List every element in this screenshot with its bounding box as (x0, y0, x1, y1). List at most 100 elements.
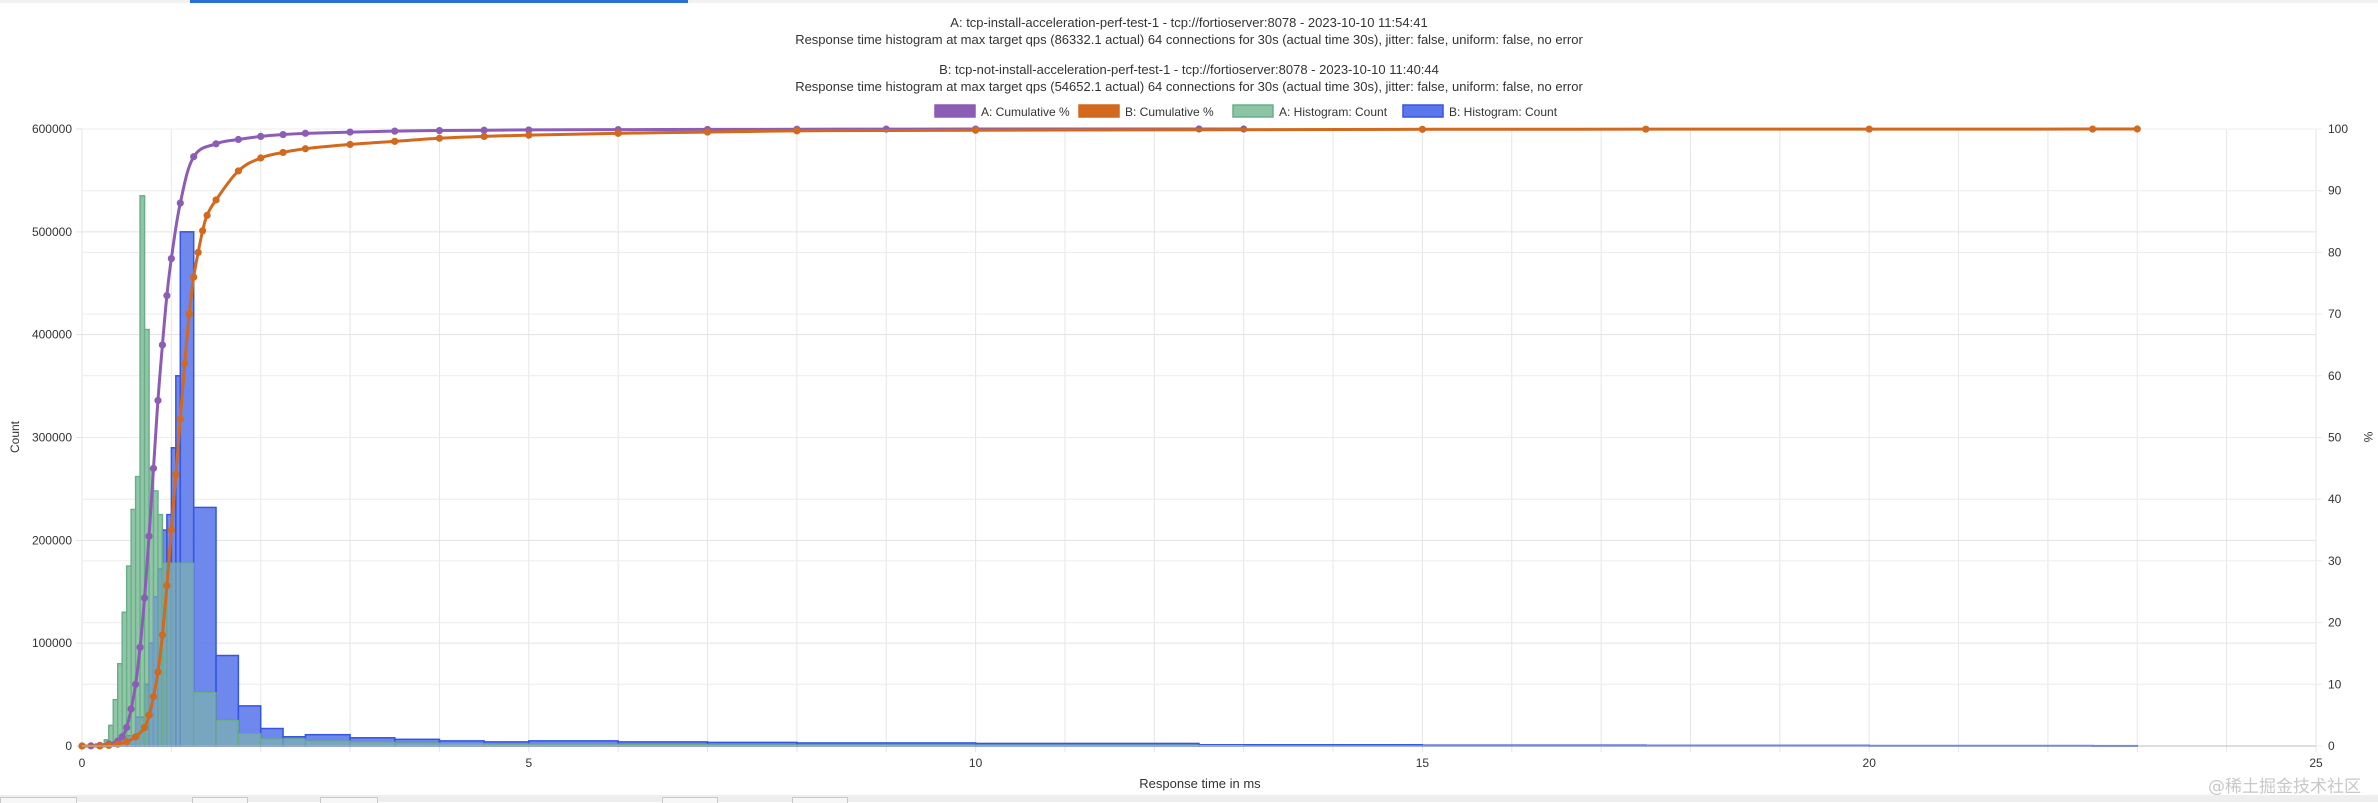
cumulative-a-point (435, 126, 444, 135)
y2-tick-label: 50 (2328, 431, 2342, 445)
y2-tick-label: 40 (2328, 492, 2342, 506)
cumulative-a-point (176, 199, 184, 207)
cumulative-b-point (279, 148, 287, 157)
cumulative-b-point (212, 196, 220, 204)
cumulative-a-point (212, 140, 220, 148)
y-tick-label: 300000 (32, 431, 72, 445)
y-tick-label: 0 (65, 739, 72, 753)
watermark-text: @稀土掘金技术社区 (2208, 777, 2361, 797)
histogram-a-overlay-bar (139, 195, 146, 747)
cumulative-b-point (167, 526, 175, 534)
cumulative-b-point (185, 310, 193, 318)
cumulative-a-point (391, 127, 399, 135)
y2-tick-label: 20 (2328, 616, 2342, 630)
cumulative-b-point (301, 145, 309, 153)
cumulative-a-point (140, 594, 149, 602)
x-tick-label: 25 (2309, 756, 2323, 770)
cumulative-a-point (154, 396, 162, 405)
legend-swatch (1232, 104, 1274, 118)
y-tick-label: 500000 (32, 225, 72, 239)
cumulative-a-point (480, 126, 488, 134)
response-time-chart: 0 100000 200000 300000 400000 500000 600000 0 10… (8, 104, 2375, 791)
cumulative-a-point (145, 532, 153, 540)
cumulative-a-point (123, 723, 131, 732)
cumulative-a-point (149, 464, 158, 472)
cumulative-b-point (1642, 125, 1650, 133)
cumulative-b-point (176, 415, 184, 423)
cumulative-b-point (132, 733, 140, 741)
x-axis-label: Response time in ms (1139, 776, 1261, 791)
legend-swatch (934, 104, 976, 118)
cumulative-b-point (614, 129, 622, 137)
y2-tick-label: 30 (2328, 554, 2342, 568)
histogram-a-overlay-bar (349, 741, 396, 747)
x-tick-label: 20 (1863, 756, 1877, 770)
y2-tick-label: 90 (2328, 184, 2342, 198)
cumulative-b-point (257, 154, 265, 162)
cumulative-b-point (172, 470, 180, 479)
y2-tick-label: 70 (2328, 307, 2342, 321)
y2-axis-label: % (2361, 432, 2375, 443)
histogram-a-overlay-bar (304, 740, 351, 747)
toolbar-button[interactable] (662, 797, 718, 803)
histogram-a-overlay-bar (215, 719, 239, 747)
cumulative-b-point (525, 131, 533, 139)
x-tick-label: 5 (525, 756, 532, 770)
cumulative-a-point (132, 680, 140, 688)
histogram-a-overlay-bar (237, 733, 262, 747)
histogram-a (94, 195, 1245, 747)
toolbar-button[interactable] (792, 797, 848, 803)
cumulative-a-point (158, 341, 167, 349)
y2-tick-label: 0 (2328, 739, 2335, 753)
toolbar-button[interactable] (0, 797, 77, 803)
cumulative-b-point (435, 134, 444, 142)
cumulative-a-point (136, 643, 144, 651)
histogram-b (94, 195, 2139, 747)
cumulative-b-point (391, 137, 399, 145)
cumulative-b-point (123, 738, 131, 746)
y-axis-label: Count (8, 420, 22, 453)
cumulative-b-point (190, 273, 198, 281)
cumulative-b-point (140, 723, 149, 732)
cumulative-b-point (1418, 125, 1426, 133)
grid-lines (76, 128, 2322, 752)
cumulative-b-point (1865, 125, 1873, 133)
legend-swatch (1402, 104, 1444, 118)
cumulative-a-point (190, 153, 198, 161)
toolbar-button[interactable] (320, 797, 378, 803)
legend-label: A: Histogram: Count (1279, 105, 1388, 119)
y-tick-label: 600000 (32, 122, 72, 136)
legend-label: A: Cumulative % (981, 105, 1070, 119)
histogram-a-overlay-bar (135, 476, 141, 747)
y-tick-label: 200000 (32, 533, 72, 547)
cumulative-b-point (972, 126, 980, 134)
cumulative-b-point (203, 211, 211, 219)
cumulative-b-point (105, 741, 113, 749)
cumulative-a-point (279, 130, 287, 139)
legend-label: B: Histogram: Count (1449, 105, 1558, 119)
toolbar-button[interactable] (192, 797, 248, 803)
cumulative-b-point (158, 631, 167, 639)
cumulative-b-point (194, 248, 202, 256)
cumulative-b-point (480, 132, 488, 141)
cumulative-b-point (149, 693, 158, 701)
histogram-a-overlay-bar (152, 490, 159, 747)
legend[interactable]: A: Cumulative % B: Cumulative % A: Histogr… (934, 104, 1558, 119)
cumulative-a-point (346, 128, 354, 136)
x-tick-label: 0 (79, 756, 86, 770)
cumulative-a-point (257, 132, 265, 141)
legend-swatch (1078, 104, 1120, 118)
y2-tick-label: 80 (2328, 245, 2342, 259)
cumulative-a-point (127, 705, 135, 713)
y-tick-label: 400000 (32, 328, 72, 342)
y2-tick-label: 60 (2328, 369, 2342, 383)
cumulative-b-point (114, 740, 122, 748)
cumulative-a-point (301, 129, 309, 137)
cumulative-b-point (2133, 125, 2141, 133)
y-tick-label: 100000 (32, 636, 72, 650)
legend-label: B: Cumulative % (1125, 105, 1214, 119)
cumulative-b-point (793, 127, 801, 135)
cumulative-b-point (346, 140, 354, 149)
x-tick-label: 15 (1416, 756, 1430, 770)
cumulative-b-point (703, 128, 712, 136)
